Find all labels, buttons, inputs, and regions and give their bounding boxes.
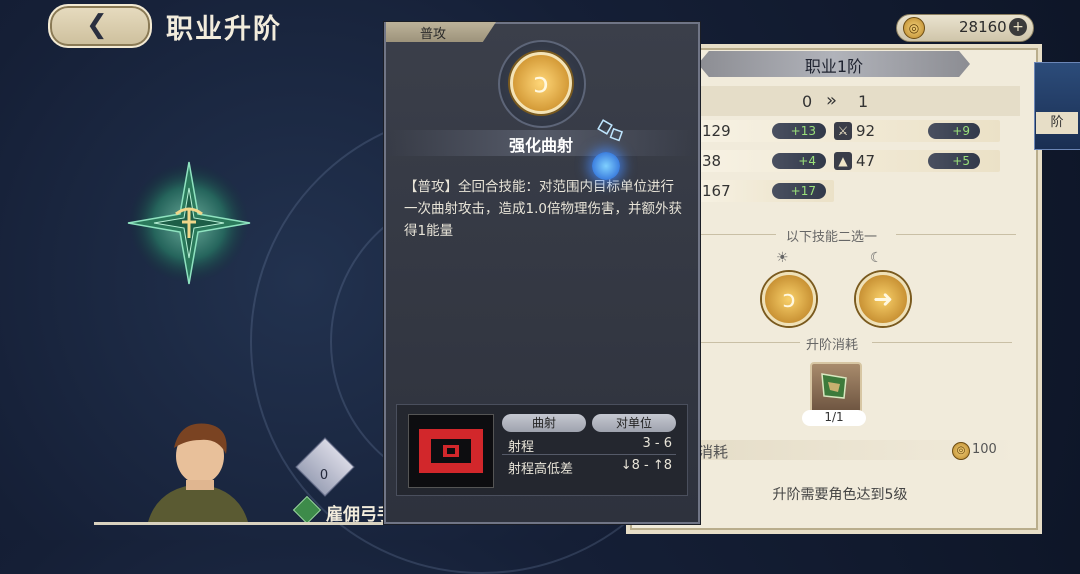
rank-change-row bbox=[690, 86, 1020, 116]
divider bbox=[502, 454, 676, 455]
back-button[interactable]: ❮ bbox=[48, 4, 152, 48]
height-diff-label: 射程高低差 bbox=[508, 462, 574, 477]
rank-to: 1 bbox=[858, 92, 869, 111]
side-tab-upgrade[interactable] bbox=[1034, 62, 1080, 150]
currency-display: ◎ 28160 + bbox=[896, 14, 1034, 42]
emblem-item-icon bbox=[821, 373, 847, 399]
stat-bonus: +17 bbox=[772, 183, 826, 199]
touch-cursor bbox=[592, 152, 620, 180]
stat-value: 47 bbox=[856, 152, 876, 170]
stat-bonus: +9 bbox=[928, 123, 980, 139]
skill-option-dash[interactable]: ➜ bbox=[856, 272, 910, 326]
page-title: 职业升阶 bbox=[166, 14, 282, 45]
gold-coin-icon: ◎ bbox=[952, 442, 970, 460]
item-count: 1/1 bbox=[802, 410, 866, 426]
moon-icon: ☾ bbox=[870, 250, 883, 266]
skill-description: 【普攻】全回合技能：对范围内目标单位进行一次曲射攻击，造成1.0倍物理伤害，并额… bbox=[404, 179, 682, 239]
stat-bonus: +4 bbox=[772, 153, 826, 169]
gold-coin-icon: ◎ bbox=[903, 17, 925, 39]
divider bbox=[896, 234, 1016, 235]
side-tab-label: 阶 bbox=[1036, 112, 1078, 134]
stat-bonus: +13 bbox=[772, 123, 826, 139]
hat-icon: ▲ bbox=[834, 152, 852, 170]
curved-shot-icon: ↄ bbox=[510, 52, 572, 114]
rank-badge-value: 0 bbox=[319, 468, 329, 483]
stat-bonus: +5 bbox=[928, 153, 980, 169]
range-header-type: 曲射 bbox=[502, 414, 586, 432]
back-arrow-icon: ❮ bbox=[86, 10, 108, 40]
skill-name: 强化曲射 bbox=[508, 136, 573, 155]
stat-value: 92 bbox=[856, 122, 876, 140]
height-diff-value: ↓8 - ↑8 bbox=[620, 458, 672, 473]
skill-type-label: 普攻 bbox=[419, 27, 446, 42]
stat-value: 38 bbox=[702, 152, 722, 170]
requirement-text: 升阶需要角色达到5级 bbox=[772, 487, 908, 503]
stat-value: 129 bbox=[702, 122, 731, 140]
skill-choice-label: 以下技能二选一 bbox=[786, 230, 878, 245]
rank-arrow-icon: » bbox=[826, 90, 838, 111]
sun-icon: ☀ bbox=[776, 250, 789, 266]
divider bbox=[700, 234, 776, 235]
character-portrait bbox=[148, 423, 248, 522]
add-currency-button[interactable]: + bbox=[1009, 18, 1027, 36]
range-header-target: 对单位 bbox=[592, 414, 676, 432]
currency-amount: 28160 bbox=[959, 18, 1007, 36]
panel-title: 职业1阶 bbox=[804, 57, 864, 76]
consume-label: 消耗 bbox=[698, 443, 729, 461]
divider bbox=[700, 342, 800, 343]
rank-from: 0 bbox=[802, 92, 813, 111]
job-emblem-icon bbox=[127, 161, 251, 285]
sword-icon: ⚔ bbox=[834, 122, 852, 140]
range-grid-icon bbox=[408, 414, 494, 488]
skill-option-arrow-shot[interactable]: ↄ bbox=[762, 272, 816, 326]
range-value: 3 - 6 bbox=[642, 436, 673, 451]
cost-label: 升阶消耗 bbox=[806, 338, 859, 353]
range-label: 射程 bbox=[508, 440, 535, 455]
divider bbox=[872, 342, 1012, 343]
consume-amount: 100 bbox=[972, 442, 997, 457]
stat-value: 167 bbox=[702, 182, 731, 200]
sparkle-icon bbox=[597, 119, 624, 142]
